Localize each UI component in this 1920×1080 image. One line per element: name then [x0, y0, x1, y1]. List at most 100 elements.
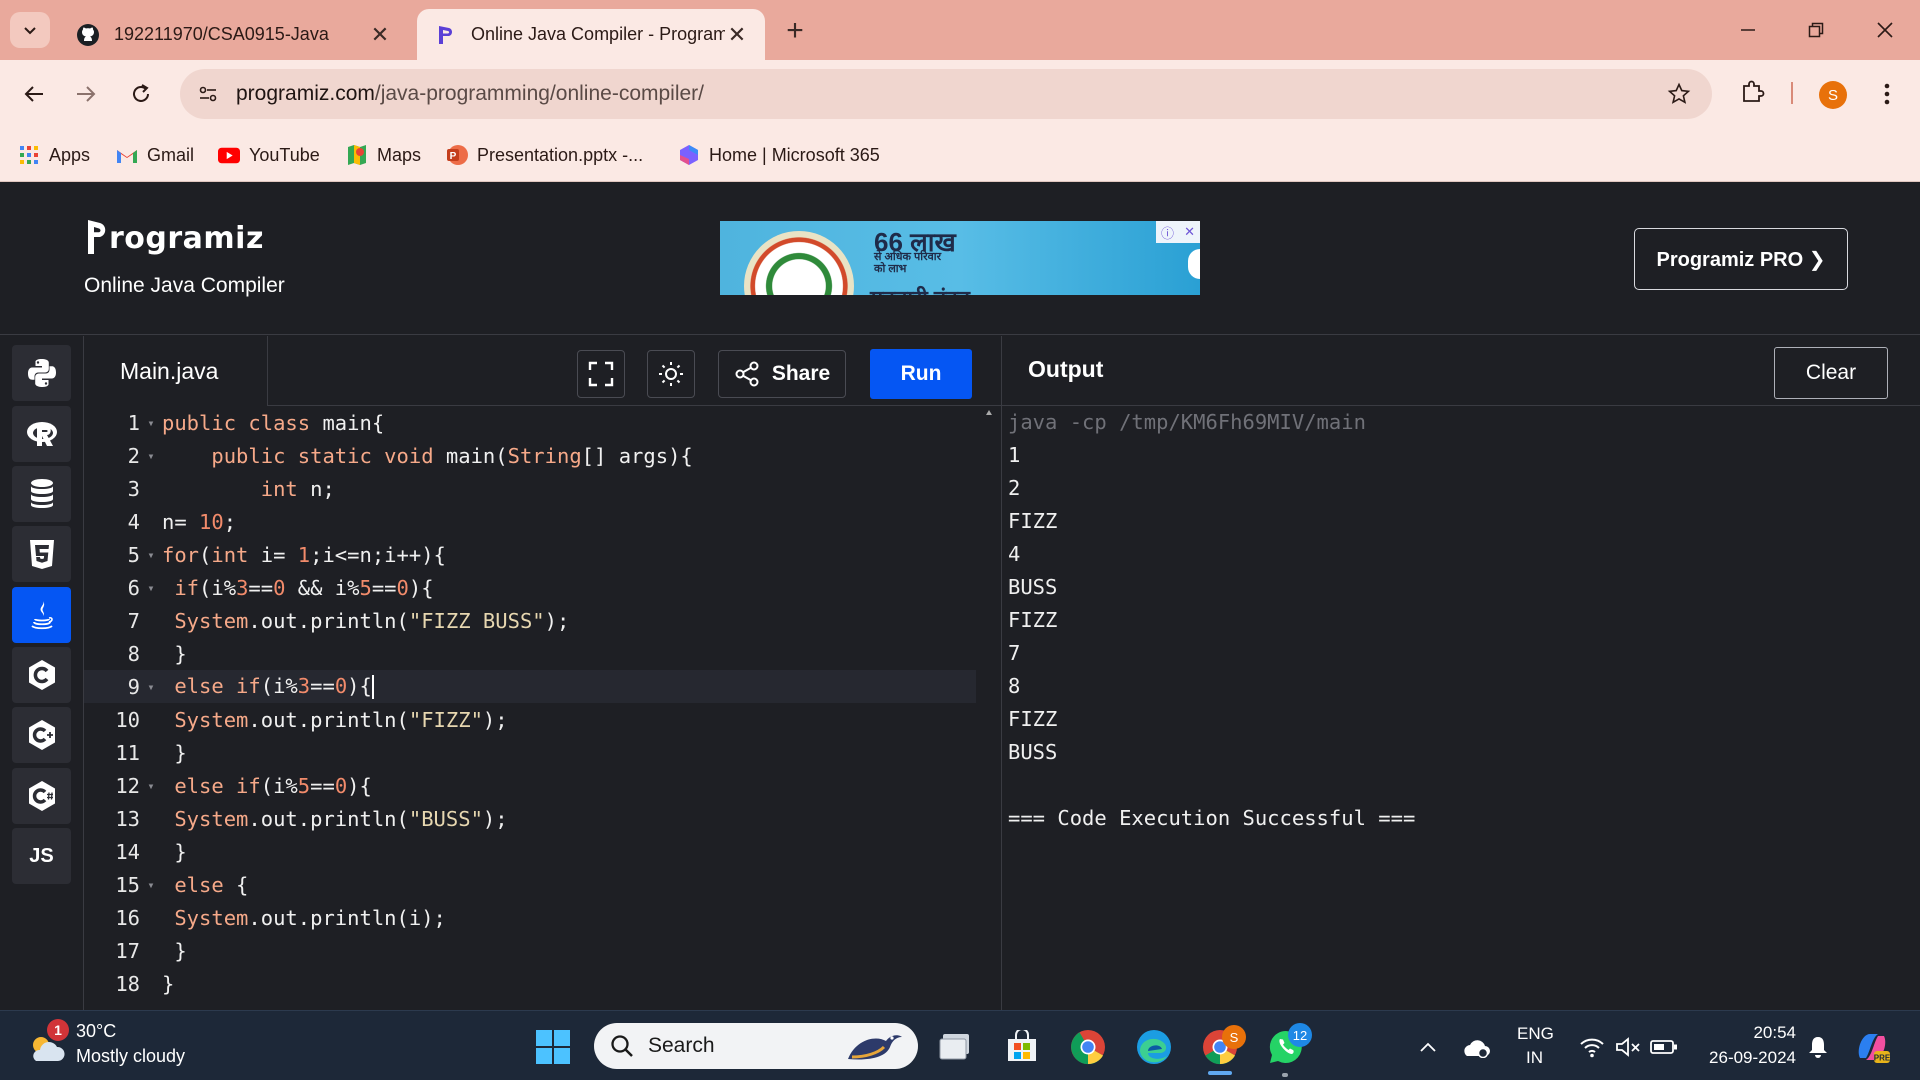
programiz-logo-icon [88, 220, 106, 254]
browser-menu-button[interactable] [1872, 76, 1902, 112]
code-text: System.out.println("BUSS"); [174, 806, 508, 831]
fold-arrow-icon[interactable]: ▾ [140, 548, 162, 562]
bookmark-maps[interactable]: Maps [346, 141, 421, 169]
tab-search-button[interactable] [10, 12, 50, 48]
tab-programiz[interactable]: Online Java Compiler - Programiz ✕ [417, 9, 765, 60]
notifications-button[interactable] [1798, 1026, 1838, 1068]
code-text: } [162, 971, 175, 996]
volume-button[interactable] [1608, 1026, 1648, 1068]
language-java[interactable] [12, 587, 71, 643]
close-window-button[interactable] [1862, 12, 1908, 48]
bookmark-star-icon[interactable] [1664, 79, 1694, 109]
run-button[interactable]: Run [870, 349, 972, 399]
fullscreen-button[interactable] [577, 350, 625, 398]
close-icon[interactable]: ✕ [1184, 224, 1195, 240]
windows-logo-icon [536, 1030, 570, 1064]
back-button[interactable] [14, 74, 54, 114]
tab-title: 192211970/CSA0915-Java [114, 24, 329, 44]
bookmark-presentation[interactable]: P Presentation.pptx -... [446, 141, 643, 169]
bookmarks-bar: Apps Gmail YouTube Maps P Presentation.p… [0, 128, 1920, 182]
arrow-left-icon [24, 86, 43, 102]
code-line: 5 ▾ for(int i= 1;i<=n;i++){ [127, 542, 446, 567]
editor-pane: Main.java Share Run 1 ▾ public class main{… [84, 336, 1002, 1010]
code-text: } [162, 938, 187, 963]
input-language[interactable]: ENG [1517, 1024, 1554, 1044]
file-tab-main-java[interactable]: Main.java [84, 336, 268, 406]
edge-taskbar-button[interactable] [1132, 1026, 1176, 1068]
ad-choices[interactable]: ⓘ ✕ [1156, 221, 1200, 243]
language-sql[interactable] [12, 466, 71, 522]
close-icon[interactable]: ✕ [368, 22, 392, 47]
address-bar[interactable]: programiz.com/java-programming/online-co… [180, 69, 1712, 119]
java-icon [30, 601, 53, 630]
gmail-icon [116, 144, 138, 166]
fold-arrow-icon[interactable]: ▾ [140, 779, 162, 793]
clock-date[interactable]: 26-09-2024 [1709, 1048, 1796, 1068]
edge-icon [1137, 1030, 1171, 1064]
output-line: BUSS [1008, 575, 1058, 599]
language-r[interactable] [12, 406, 71, 462]
clock-time[interactable]: 20:54 [1753, 1023, 1796, 1043]
language-js[interactable]: JS [12, 828, 71, 884]
fold-arrow-icon[interactable]: ▾ [140, 449, 162, 463]
programiz-pro-button[interactable]: Programiz PRO ❯ [1634, 228, 1848, 290]
new-tab-button[interactable]: + [778, 14, 812, 48]
programiz-logo[interactable]: rogramiz [86, 216, 264, 256]
show-hidden-icons-button[interactable] [1408, 1026, 1448, 1068]
battery-button[interactable] [1644, 1026, 1684, 1068]
input-region[interactable]: IN [1526, 1048, 1543, 1068]
theme-toggle-button[interactable] [647, 350, 695, 398]
chrome-taskbar-button[interactable] [1066, 1026, 1110, 1068]
battery-icon [1650, 1040, 1677, 1054]
language-html[interactable] [12, 526, 71, 582]
bookmark-label: Home | Microsoft 365 [709, 144, 880, 165]
language-csharp[interactable] [12, 768, 71, 824]
output-line: 7 [1008, 641, 1021, 665]
bookmark-microsoft365[interactable]: Home | Microsoft 365 [678, 141, 880, 169]
share-button[interactable]: Share [718, 350, 846, 398]
profile-avatar[interactable]: S [1819, 81, 1847, 109]
fold-arrow-icon[interactable]: ▾ [140, 581, 162, 595]
output-console[interactable]: java -cp /tmp/KM6Fh69MIV/main 1 2 FIZZ 4… [1008, 406, 1908, 835]
language-python[interactable] [12, 345, 71, 401]
output-line: 4 [1008, 542, 1021, 566]
bookmark-apps[interactable]: Apps [18, 141, 90, 169]
site-settings-icon[interactable] [194, 80, 222, 108]
fold-arrow-icon[interactable]: ▾ [140, 680, 162, 694]
output-header: Output Clear [1002, 336, 1920, 406]
reload-button[interactable] [121, 74, 161, 114]
js-icon: JS [29, 844, 54, 867]
chrome-icon [1071, 1030, 1105, 1065]
language-c[interactable] [12, 647, 71, 703]
scroll-up-arrow[interactable] [986, 410, 992, 415]
weather-description[interactable]: Mostly cloudy [76, 1046, 185, 1067]
copilot-button[interactable]: PRE [1850, 1026, 1894, 1068]
taskbar-search-box[interactable]: Search [594, 1023, 918, 1069]
forward-button[interactable] [66, 74, 106, 114]
windows-start-button[interactable] [531, 1026, 575, 1068]
bookmark-youtube[interactable]: YouTube [218, 141, 320, 169]
wifi-button[interactable] [1572, 1026, 1612, 1068]
language-cpp[interactable] [12, 707, 71, 763]
execution-status: === Code Execution Successful === [1008, 806, 1416, 830]
weather-temperature[interactable]: 30°C [76, 1021, 116, 1042]
reload-icon [133, 84, 149, 102]
ad-info-icon[interactable]: ⓘ [1161, 223, 1174, 242]
microsoft-store-button[interactable] [1000, 1026, 1044, 1068]
code-editor[interactable]: 1 ▾ public class main{ 2 ▾ public static vo… [84, 406, 1002, 1010]
fold-arrow-icon[interactable]: ▾ [140, 878, 162, 892]
restore-button[interactable] [1793, 12, 1839, 48]
close-icon[interactable]: ✕ [725, 22, 749, 47]
task-view-button[interactable] [935, 1026, 979, 1068]
bookmark-gmail[interactable]: Gmail [116, 141, 194, 169]
clear-button[interactable]: Clear [1774, 347, 1888, 399]
extensions-button[interactable] [1736, 74, 1770, 108]
ad-banner[interactable]: 66 लाख से अधिक परिवार को लाभ महतारी वंदन… [720, 221, 1200, 295]
onedrive-button[interactable] [1456, 1026, 1496, 1068]
tab-github[interactable]: 192211970/CSA0915-Java ✕ [60, 9, 408, 60]
fold-arrow-icon[interactable]: ▾ [140, 416, 162, 430]
code-line: 16 System.out.println(i); [115, 905, 446, 930]
minimize-button[interactable] [1725, 12, 1771, 48]
code-text: if(i%3==0 && i%5==0){ [174, 575, 434, 600]
output-line: 8 [1008, 674, 1021, 698]
